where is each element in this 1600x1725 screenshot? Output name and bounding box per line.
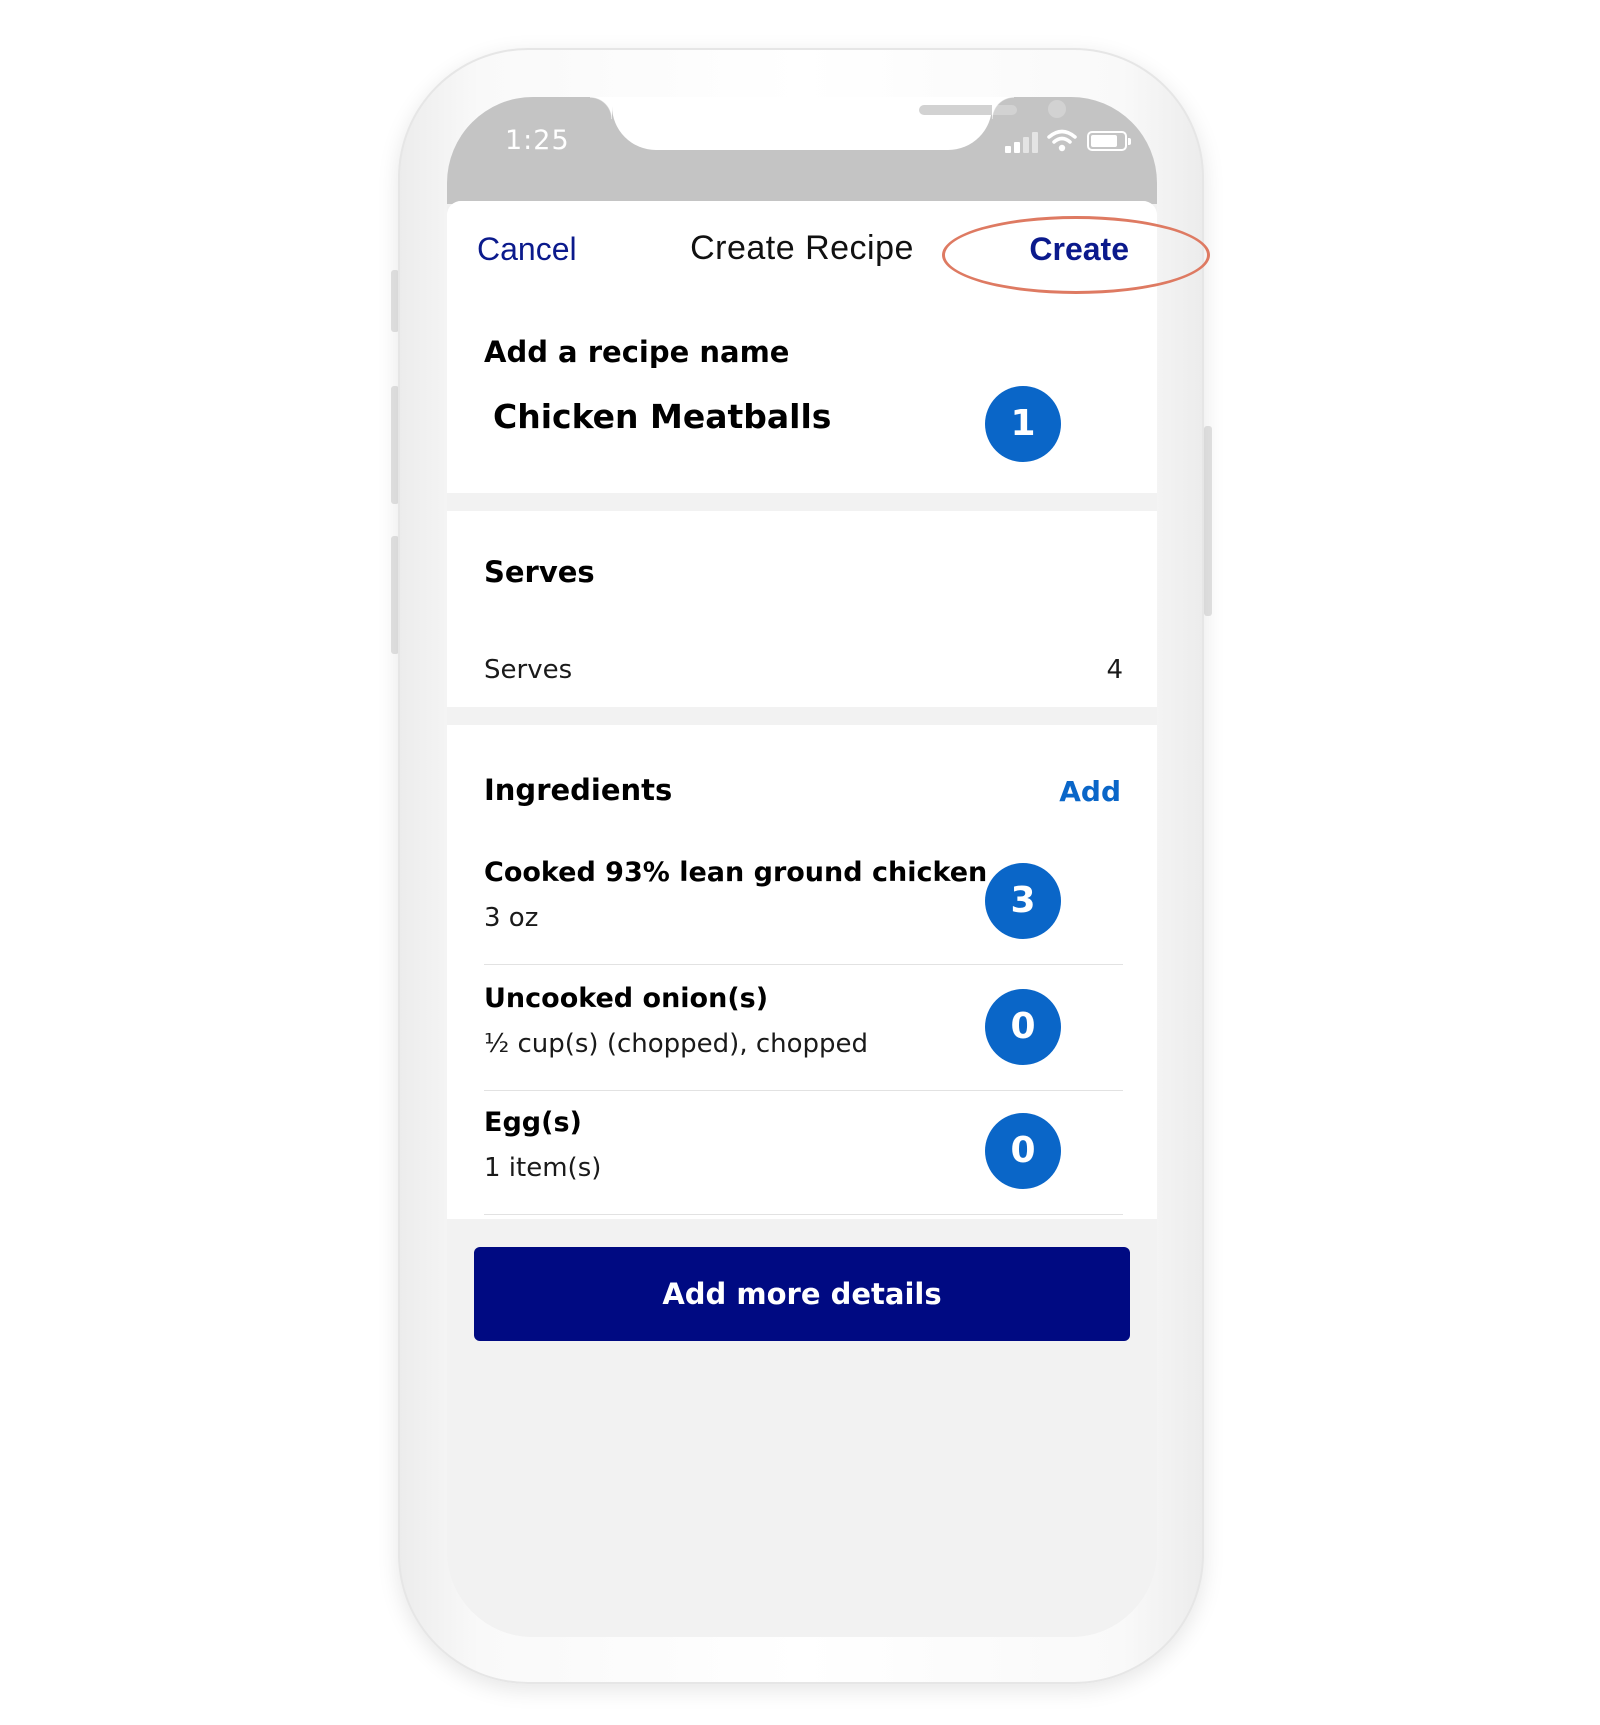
add-more-details-button[interactable]: Add more details: [474, 1247, 1130, 1341]
battery-icon: [1087, 131, 1131, 151]
add-ingredient-button[interactable]: Add: [1059, 775, 1121, 808]
phone-notch: [590, 97, 1066, 150]
recipe-name-value[interactable]: Chicken Meatballs: [493, 397, 831, 436]
points-badge: 1: [985, 386, 1061, 462]
row-divider: [484, 1214, 1123, 1215]
serves-value[interactable]: 4: [1106, 655, 1123, 685]
recipe-name-section: Add a recipe name Chicken Meatballs 1: [447, 301, 1157, 493]
ingredient-name: Egg(s): [484, 1107, 582, 1138]
ingredient-amount: 3 oz: [484, 903, 539, 933]
serves-label[interactable]: Serves: [484, 655, 572, 685]
ingredients-section: Ingredients Add Cooked 93% lean ground c…: [447, 725, 1157, 1219]
cellular-signal-icon: [1005, 129, 1041, 153]
ingredients-heading: Ingredients: [484, 773, 673, 807]
status-time: 1:25: [505, 125, 570, 156]
speaker-grille: [919, 105, 1017, 115]
serves-section: Serves Serves 4: [447, 511, 1157, 707]
ingredient-row[interactable]: Uncooked onion(s) ½ cup(s) (chopped), ch…: [447, 965, 1157, 1091]
status-icons: [1005, 129, 1135, 157]
points-badge: 0: [985, 1113, 1061, 1189]
front-camera: [1048, 100, 1066, 118]
recipe-name-heading: Add a recipe name: [484, 335, 790, 369]
ingredient-name: Uncooked onion(s): [484, 983, 769, 1014]
ingredient-amount: ½ cup(s) (chopped), chopped: [484, 1029, 869, 1059]
points-badge: 3: [985, 863, 1061, 939]
create-recipe-sheet: Cancel Create Recipe Create Add a recipe…: [447, 201, 1157, 1637]
points-badge: 0: [985, 989, 1061, 1065]
ingredient-row[interactable]: Egg(s) 1 item(s) 0: [447, 1089, 1157, 1215]
ingredient-name: Cooked 93% lean ground chicken: [484, 857, 988, 888]
wifi-icon: [1047, 129, 1077, 152]
phone-screen: 1:25 Cancel Create Recipe Create Add a r…: [447, 97, 1157, 1637]
ingredient-row[interactable]: Cooked 93% lean ground chicken 3 oz 3: [447, 839, 1157, 965]
serves-heading: Serves: [484, 555, 595, 589]
ingredient-amount: 1 item(s): [484, 1153, 602, 1183]
highlight-ring: [942, 216, 1210, 294]
power-button: [1204, 426, 1212, 616]
